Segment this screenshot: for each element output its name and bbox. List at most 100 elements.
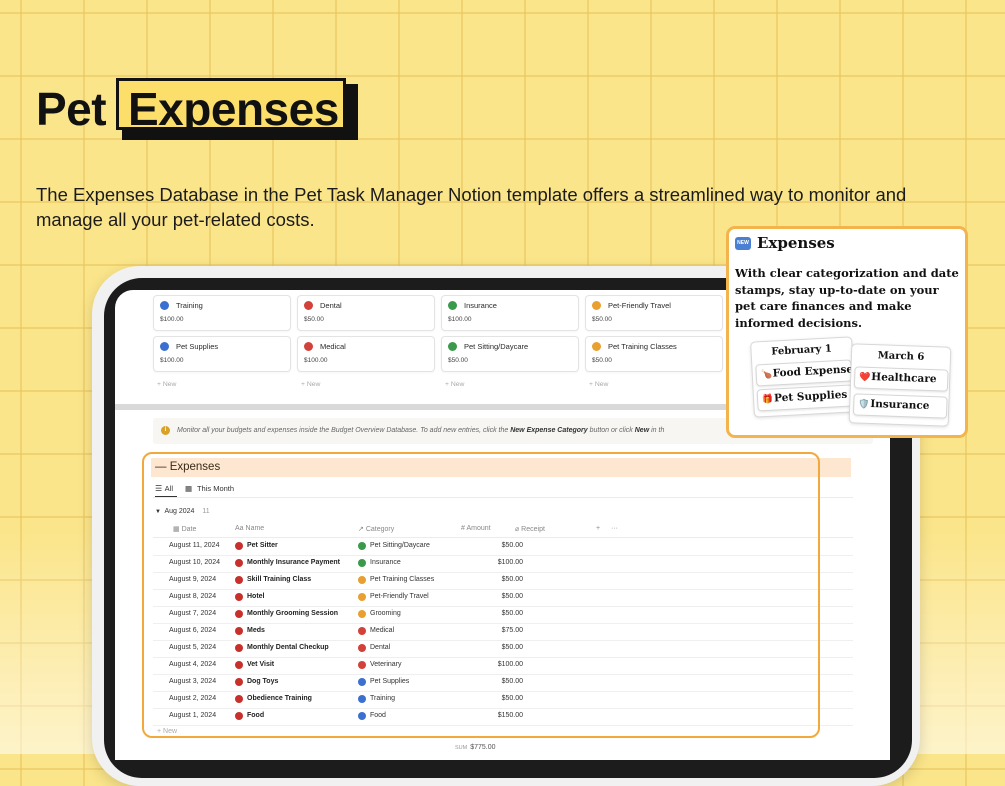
col-receipt[interactable]: ⌀ Receipt — [515, 525, 545, 533]
row-name[interactable]: Pet Sitter — [247, 542, 278, 549]
table-row[interactable]: August 7, 2024 Monthly Grooming Session Gr… — [153, 606, 853, 624]
category-icon — [358, 644, 366, 652]
row-amount: $100.00 — [497, 559, 523, 566]
budget-card[interactable]: Pet Sitting/Daycare $50.00 — [441, 336, 579, 372]
category-icon — [592, 342, 601, 351]
group-toggle[interactable]: ▼ Aug 2024 11 — [155, 508, 210, 515]
row-amount: $50.00 — [501, 695, 523, 702]
category-icon — [448, 301, 457, 310]
table-row[interactable]: August 3, 2024 Dog Toys Pet Supplies $50.00 — [153, 674, 853, 692]
calendar-icon: ▦ — [173, 526, 180, 533]
text-icon: Aa — [235, 525, 244, 532]
budget-card-value: $50.00 — [304, 316, 324, 323]
budget-card-value: $100.00 — [448, 316, 472, 323]
mini-card-feb: February 1 🍗 Food Expense 🎁 Pet Supplies — [750, 336, 856, 418]
table-row[interactable]: August 5, 2024 Monthly Dental Checkup Dent… — [153, 640, 853, 658]
budget-card[interactable]: Insurance $100.00 — [441, 295, 579, 331]
relation-arrow-icon: ↗ — [358, 526, 364, 533]
row-date: August 1, 2024 — [169, 712, 217, 719]
table-row[interactable]: August 6, 2024 Meds Medical $75.00 — [153, 623, 853, 641]
category-icon — [160, 342, 169, 351]
expenses-title: — Expenses — [155, 461, 221, 473]
category-icon — [448, 342, 457, 351]
col-amount[interactable]: # Amount — [461, 525, 491, 532]
tab-all[interactable]: ☰ All — [155, 484, 173, 493]
col-name[interactable]: Aa Name — [235, 525, 264, 532]
triangle-down-icon: ▼ — [155, 509, 161, 515]
hero-subtitle: The Expenses Database in the Pet Task Ma… — [36, 184, 907, 230]
col-date[interactable]: ▦ Date — [173, 525, 196, 533]
budget-card-label: Pet Sitting/Daycare — [464, 342, 529, 351]
row-category[interactable]: Dental — [370, 644, 390, 651]
row-name[interactable]: Monthly Insurance Payment — [247, 559, 340, 566]
row-category[interactable]: Pet-Friendly Travel — [370, 593, 429, 600]
expense-icon — [235, 627, 243, 635]
table-row[interactable]: August 10, 2024 Monthly Insurance Payment… — [153, 555, 853, 573]
category-icon — [358, 695, 366, 703]
chip-healthcare: ❤️ Healthcare — [853, 366, 949, 392]
row-category[interactable]: Veterinary — [370, 661, 402, 668]
table-row[interactable]: August 1, 2024 Food Food $150.00 — [153, 708, 853, 726]
row-name[interactable]: Dog Toys — [247, 678, 278, 685]
row-category[interactable]: Pet Training Classes — [370, 576, 434, 583]
budget-card-value: $50.00 — [592, 357, 612, 364]
chip-insurance: 🛡️ Insurance — [852, 393, 948, 419]
budget-card[interactable]: Dental $50.00 — [297, 295, 435, 331]
mini-card-date: March 6 — [877, 350, 925, 363]
new-card-button[interactable]: + New — [301, 381, 320, 388]
budget-card-label: Medical — [320, 342, 346, 351]
row-category[interactable]: Medical — [370, 627, 394, 634]
row-date: August 5, 2024 — [169, 644, 217, 651]
budget-card[interactable]: Pet-Friendly Travel $50.00 — [585, 295, 723, 331]
info-icon: i — [161, 426, 170, 435]
row-name[interactable]: Skill Training Class — [247, 576, 311, 583]
new-card-button[interactable]: + New — [157, 381, 176, 388]
category-icon — [358, 542, 366, 550]
row-name[interactable]: Food — [247, 712, 264, 719]
row-name[interactable]: Vet Visit — [247, 661, 274, 668]
table-row[interactable]: August 9, 2024 Skill Training Class Pet Tr… — [153, 572, 853, 590]
category-icon — [358, 610, 366, 618]
mini-card-mar: March 6 ❤️ Healthcare 🛡️ Insurance — [848, 343, 952, 427]
budget-card-label: Insurance — [464, 301, 497, 310]
budget-card-label: Training — [176, 301, 203, 310]
col-category[interactable]: ↗ Category — [358, 525, 394, 533]
row-category[interactable]: Pet Supplies — [370, 678, 409, 685]
table-row[interactable]: August 4, 2024 Vet Visit Veterinary $100.00 — [153, 657, 853, 675]
row-name[interactable]: Monthly Dental Checkup — [247, 644, 329, 651]
category-icon — [304, 342, 313, 351]
row-date: August 10, 2024 — [169, 559, 220, 566]
category-icon — [358, 712, 366, 720]
row-date: August 11, 2024 — [169, 542, 220, 549]
new-row-button[interactable]: + New — [157, 728, 177, 735]
new-card-button[interactable]: + New — [445, 381, 464, 388]
table-row[interactable]: August 2, 2024 Obedience Training Training… — [153, 691, 853, 709]
budget-card-value: $50.00 — [592, 316, 612, 323]
table-row[interactable]: August 11, 2024 Pet Sitter Pet Sitting/Day… — [153, 538, 853, 556]
budget-card[interactable]: Pet Supplies $100.00 — [153, 336, 291, 372]
row-name[interactable]: Obedience Training — [247, 695, 312, 702]
popup-title: Expenses — [757, 234, 835, 252]
row-category[interactable]: Insurance — [370, 559, 401, 566]
row-amount: $50.00 — [501, 644, 523, 651]
more-icon[interactable]: ··· — [611, 525, 618, 532]
chip-food-expense: 🍗 Food Expense — [755, 359, 853, 387]
table-row[interactable]: August 8, 2024 Hotel Pet-Friendly Travel $5… — [153, 589, 853, 607]
budget-card[interactable]: Training $100.00 — [153, 295, 291, 331]
add-column-button[interactable]: + — [596, 525, 600, 532]
new-badge-icon: NEW — [735, 237, 751, 250]
row-amount: $50.00 — [501, 576, 523, 583]
budget-card[interactable]: Pet Training Classes $50.00 — [585, 336, 723, 372]
row-category[interactable]: Training — [370, 695, 395, 702]
new-card-button[interactable]: + New — [589, 381, 608, 388]
budget-card[interactable]: Medical $100.00 — [297, 336, 435, 372]
row-name[interactable]: Monthly Grooming Session — [247, 610, 338, 617]
group-count: 11 — [202, 508, 210, 515]
tab-this-month[interactable]: ▦ This Month — [185, 484, 234, 493]
row-category[interactable]: Grooming — [370, 610, 401, 617]
row-name[interactable]: Meds — [247, 627, 265, 634]
row-name[interactable]: Hotel — [247, 593, 265, 600]
row-category[interactable]: Pet Sitting/Daycare — [370, 542, 430, 549]
row-category[interactable]: Food — [370, 712, 386, 719]
category-icon — [592, 301, 601, 310]
